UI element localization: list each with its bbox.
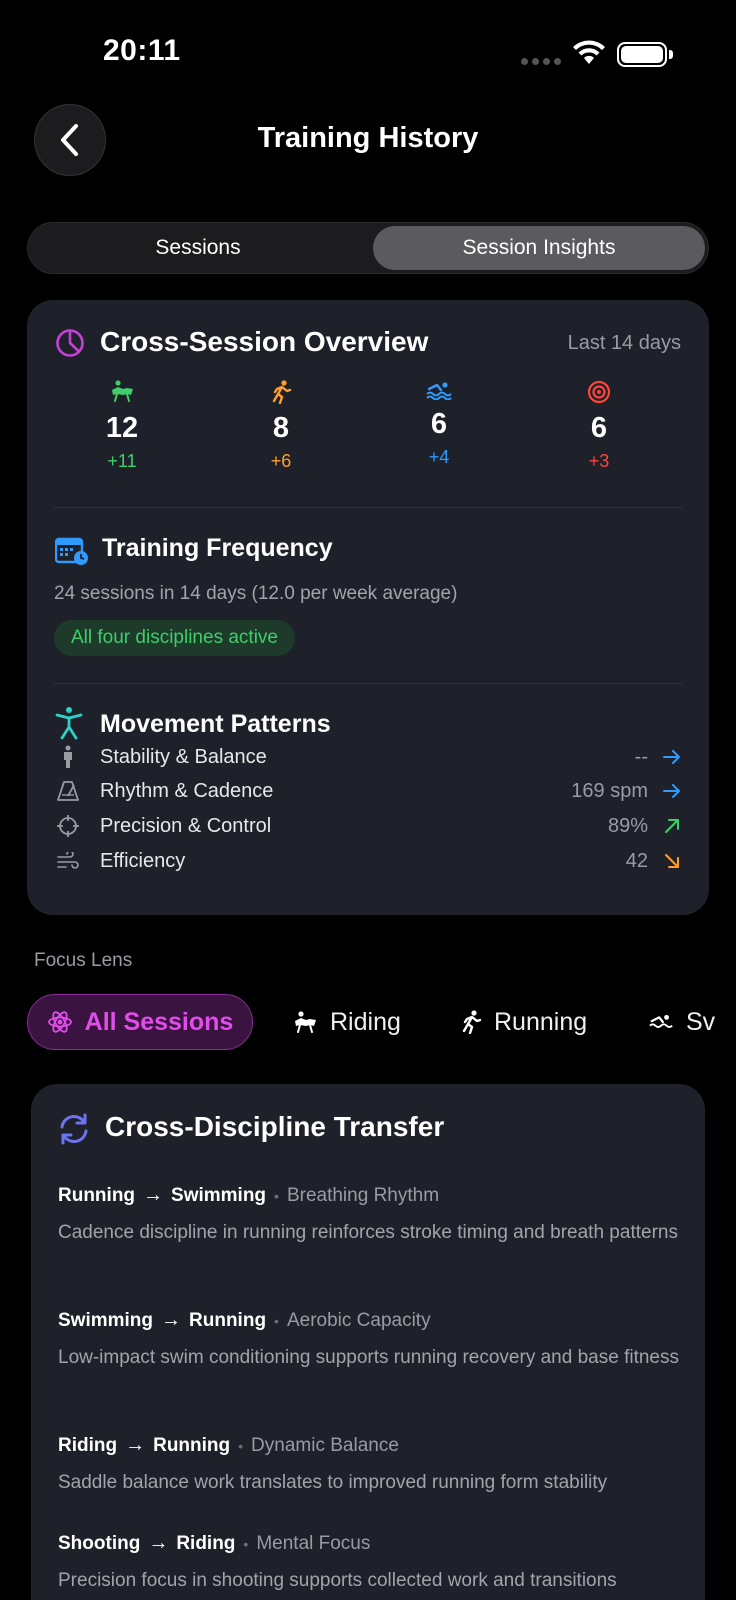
overview-title: Cross-Session Overview	[100, 326, 429, 357]
overview-card: Cross-Session Overview Last 14 days 12 +…	[27, 300, 709, 915]
stat-swimming: 6 +4	[389, 380, 489, 468]
chip-running[interactable]: Running	[460, 994, 587, 1050]
stat-running: 8 +6	[231, 380, 331, 472]
calendar-clock-icon	[55, 537, 88, 565]
atom-icon	[47, 1011, 72, 1033]
stat-value: 8	[272, 412, 290, 444]
movement-row-rhythm: Rhythm & Cadence 169 spm	[54, 776, 682, 806]
arrow-right-icon	[663, 750, 680, 764]
stat-riding: 12 +11	[72, 380, 172, 472]
status-time: 20:11	[103, 34, 181, 67]
tab-sessions[interactable]: Sessions	[28, 223, 368, 273]
battery-icon	[617, 42, 667, 67]
metronome-icon	[57, 781, 79, 801]
transfer-card: Cross-Discipline Transfer Running → Swimmi…	[31, 1084, 705, 1600]
chip-swimming[interactable]: Sv	[648, 994, 715, 1050]
arrow-up-right-icon	[665, 819, 679, 833]
movement-row-stability: Stability & Balance --	[54, 742, 682, 772]
riding-icon	[295, 1011, 316, 1033]
signal-icon	[521, 58, 561, 65]
stat-shooting: 6 +3	[549, 380, 649, 472]
sync-icon	[60, 1113, 88, 1145]
pie-chart-icon	[56, 329, 84, 357]
movement-title: Movement Patterns	[100, 710, 331, 738]
swimming-icon	[426, 382, 452, 400]
chip-all-sessions[interactable]: All Sessions	[27, 994, 253, 1050]
running-icon	[462, 1010, 482, 1034]
stat-delta: +3	[588, 451, 610, 471]
target-icon	[587, 380, 611, 404]
divider	[54, 683, 682, 684]
stat-value: 12	[105, 412, 139, 444]
arrow-down-right-icon	[665, 854, 679, 868]
divider	[54, 507, 682, 508]
movement-row-efficiency: Efficiency 42	[54, 846, 682, 876]
riding-icon	[112, 380, 133, 402]
overview-range: Last 14 days	[567, 332, 681, 354]
frequency-title: Training Frequency	[102, 534, 333, 562]
stat-delta: +6	[270, 451, 292, 471]
page-title: Training History	[257, 122, 479, 154]
swimming-icon	[649, 1014, 673, 1029]
status-badge: All four disciplines active	[54, 620, 295, 656]
focus-lens-label: Focus Lens	[34, 950, 133, 971]
person-standing-icon	[64, 745, 72, 768]
frequency-summary: 24 sessions in 14 days (12.0 per week av…	[54, 583, 458, 604]
running-icon	[272, 380, 292, 404]
figure-arms-open-icon	[55, 707, 83, 740]
transfer-item: Running → Swimming • Breathing Rhythm Cadenc…	[58, 1184, 678, 1243]
transfer-item: Riding → Running • Dynamic Balance Saddle ba…	[58, 1434, 608, 1493]
stat-value: 6	[430, 408, 448, 440]
stat-value: 6	[590, 412, 608, 444]
scope-icon	[57, 815, 79, 837]
tab-session-insights[interactable]: Session Insights	[373, 226, 705, 270]
movement-row-precision: Precision & Control 89%	[54, 811, 682, 841]
transfer-item: Swimming → Running • Aerobic Capacity Low-im…	[58, 1309, 679, 1368]
stat-delta: +4	[428, 447, 450, 467]
wind-icon	[57, 852, 79, 869]
transfer-item: Shooting → Riding • Mental Focus Precision f…	[58, 1532, 617, 1591]
chip-riding[interactable]: Riding	[292, 994, 401, 1050]
stat-delta: +11	[107, 451, 137, 471]
transfer-title: Cross-Discipline Transfer	[105, 1111, 445, 1142]
segmented-control: Sessions Session Insights	[27, 222, 709, 274]
arrow-right-icon	[663, 784, 680, 798]
wifi-icon	[573, 40, 605, 64]
